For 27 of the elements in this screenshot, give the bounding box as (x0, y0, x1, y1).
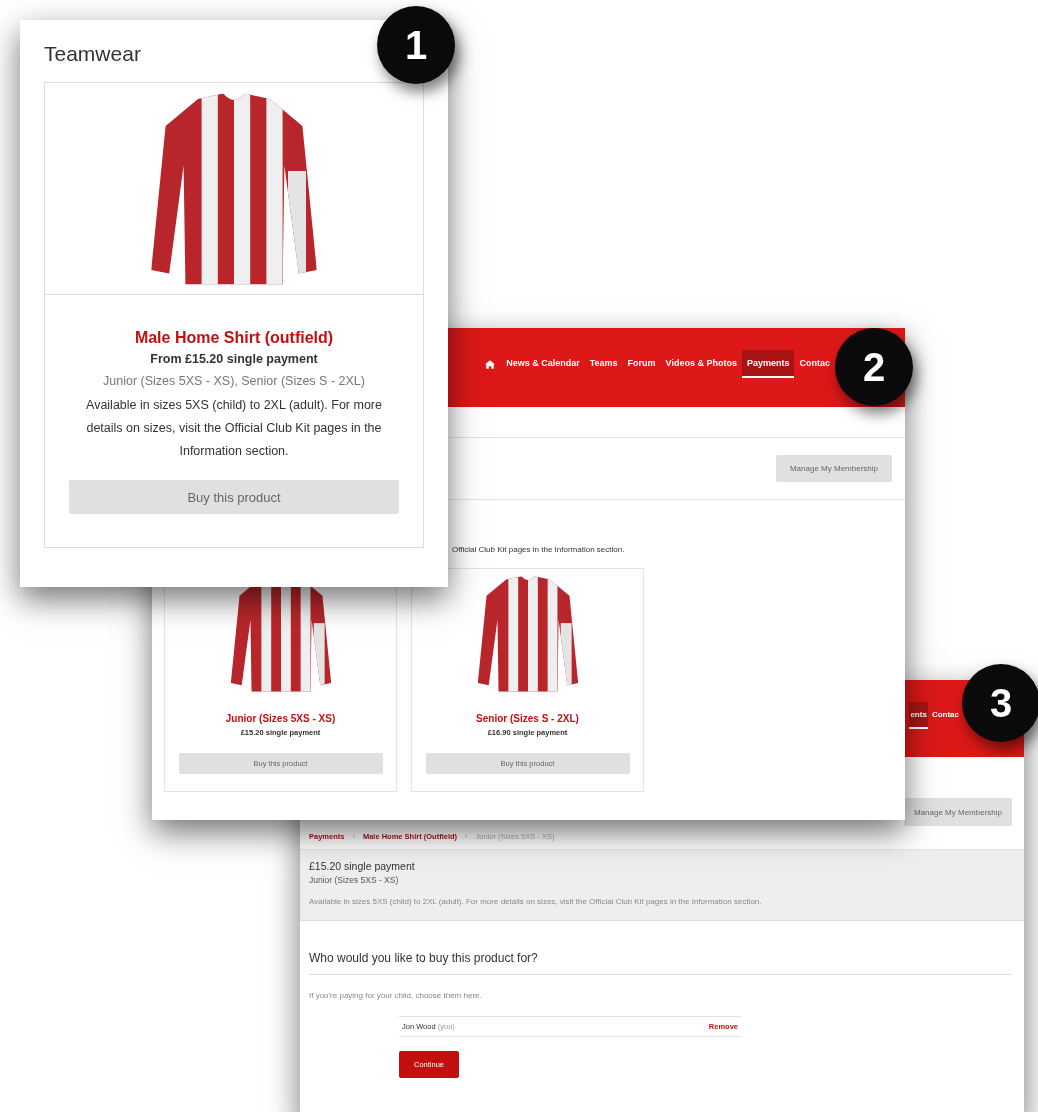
section-heading: Who would you like to buy this product for? (309, 951, 1012, 975)
manage-membership-button[interactable]: Manage My Membership (775, 455, 892, 482)
description-text: Available in sizes 5XS (child) to 2XL (adult). For more details on sizes, visit the Official Club Kit pages in the Information section. (85, 397, 383, 460)
manage-membership-button[interactable]: Manage My Membership (903, 798, 1012, 826)
nav-link[interactable]: Contac (794, 350, 835, 378)
nav-link[interactable]: Contac (930, 702, 960, 729)
nav-link[interactable]: ents (909, 702, 928, 729)
home-icon[interactable] (485, 359, 496, 369)
hint-text: If you're paying for your child, choose them here. (309, 991, 483, 1000)
product-name: Senior (Sizes S - 2XL) (476, 713, 579, 724)
nav-link[interactable]: Teams (584, 350, 623, 378)
variants-text: Junior (Sizes 5XS - XS), Senior (Sizes S - 2XL) (103, 374, 365, 388)
product-name: Male Home Shirt (outfield) (134, 329, 334, 347)
step-number-badge: 3 (962, 664, 1038, 742)
buy-button[interactable]: Buy this product (69, 480, 399, 514)
product-name: Junior (Sizes 5XS - XS) (225, 713, 336, 724)
description-text: Official Club Kit pages in the Information section. (451, 545, 626, 554)
nav-link[interactable]: Payments (741, 350, 795, 378)
nav-link[interactable]: Videos & Photos (660, 350, 742, 378)
variant-text: Junior (Sizes 5XS - XS) (309, 875, 400, 885)
nav-link[interactable]: Forum (622, 350, 661, 378)
nav-link[interactable]: News & Calendar (501, 350, 585, 378)
page-title: Teamwear (44, 42, 141, 66)
description-text: Available in sizes 5XS (child) to 2XL (adult). For more details on sizes, visit the Official Club Kit pages in the Information section. (309, 897, 763, 906)
price-text: From £15.20 single payment (150, 352, 318, 366)
price-text: £15.20 single payment (309, 860, 416, 872)
step-number-badge: 1 (377, 6, 455, 84)
